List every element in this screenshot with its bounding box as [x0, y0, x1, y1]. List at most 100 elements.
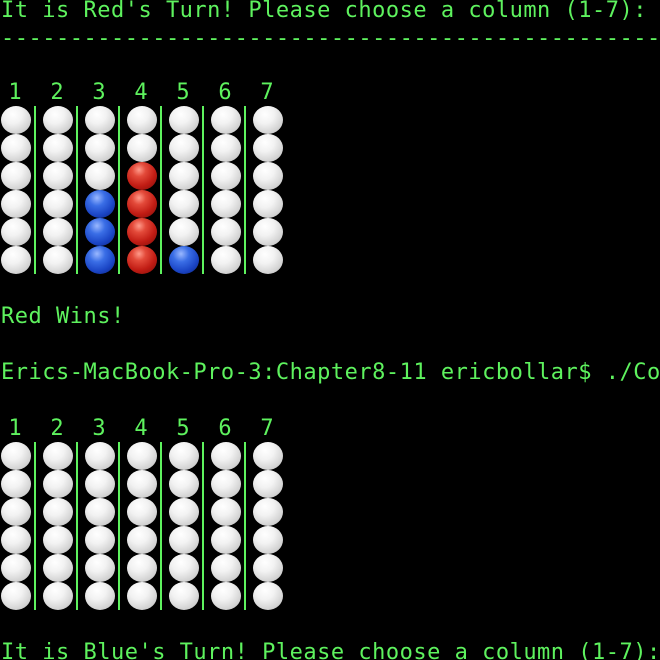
disc-empty-c6-r6 [211, 582, 241, 610]
disc-empty-c7-r6 [253, 246, 283, 274]
disc-empty-c1-r4 [1, 190, 31, 218]
column-label-3: 3 [92, 80, 106, 105]
disc-empty-c5-r6 [169, 582, 199, 610]
column-label-7: 7 [260, 80, 274, 105]
column-label-6: 6 [218, 80, 232, 105]
disc-empty-c5-r2 [169, 134, 199, 162]
disc-empty-c5-r1 [169, 442, 199, 470]
disc-blue-c5-r6 [169, 246, 199, 274]
board-grid [0, 442, 290, 610]
column-separator [118, 442, 120, 610]
disc-empty-c5-r4 [169, 526, 199, 554]
column-label-3: 3 [92, 416, 106, 441]
turn-prompt-blue: It is Blue's Turn! Please choose a colum… [1, 640, 660, 660]
column-labels: 1 2 3 4 5 6 7 [0, 80, 290, 106]
turn-prompt-red: It is Red's Turn! Please choose a column… [1, 0, 648, 23]
disc-empty-c4-r1 [127, 442, 157, 470]
disc-empty-c6-r1 [211, 442, 241, 470]
board-grid [0, 106, 290, 274]
divider-line: ----------------------------------------… [1, 26, 660, 51]
disc-empty-c2-r6 [43, 582, 73, 610]
disc-empty-c1-r1 [1, 442, 31, 470]
column-separator [202, 106, 204, 274]
disc-empty-c7-r4 [253, 190, 283, 218]
disc-empty-c4-r4 [127, 526, 157, 554]
disc-empty-c7-r5 [253, 554, 283, 582]
disc-empty-c4-r3 [127, 498, 157, 526]
disc-empty-c3-r1 [85, 442, 115, 470]
terminal-window: It is Red's Turn! Please choose a column… [0, 0, 660, 660]
column-separator [76, 442, 78, 610]
disc-empty-c6-r5 [211, 554, 241, 582]
disc-empty-c1-r5 [1, 218, 31, 246]
disc-empty-c6-r2 [211, 134, 241, 162]
disc-red-c4-r6 [127, 246, 157, 274]
disc-empty-c5-r4 [169, 190, 199, 218]
disc-empty-c7-r6 [253, 582, 283, 610]
disc-empty-c1-r1 [1, 106, 31, 134]
column-separator [244, 106, 246, 274]
disc-empty-c2-r5 [43, 218, 73, 246]
disc-empty-c4-r6 [127, 582, 157, 610]
disc-blue-c3-r5 [85, 218, 115, 246]
disc-red-c4-r5 [127, 218, 157, 246]
column-separator [76, 106, 78, 274]
column-label-4: 4 [134, 80, 148, 105]
disc-empty-c1-r3 [1, 498, 31, 526]
disc-empty-c2-r4 [43, 526, 73, 554]
disc-empty-c7-r1 [253, 106, 283, 134]
disc-empty-c7-r3 [253, 162, 283, 190]
disc-empty-c6-r1 [211, 106, 241, 134]
disc-empty-c3-r5 [85, 554, 115, 582]
column-label-2: 2 [50, 80, 64, 105]
disc-empty-c3-r6 [85, 582, 115, 610]
disc-empty-c2-r1 [43, 106, 73, 134]
column-label-6: 6 [218, 416, 232, 441]
result-red-wins: Red Wins! [1, 304, 125, 329]
disc-empty-c6-r3 [211, 162, 241, 190]
disc-empty-c3-r3 [85, 498, 115, 526]
disc-empty-c7-r2 [253, 470, 283, 498]
column-label-5: 5 [176, 80, 190, 105]
disc-empty-c7-r4 [253, 526, 283, 554]
disc-empty-c7-r5 [253, 218, 283, 246]
disc-empty-c2-r4 [43, 190, 73, 218]
disc-empty-c6-r6 [211, 246, 241, 274]
disc-empty-c7-r3 [253, 498, 283, 526]
column-separator [244, 442, 246, 610]
disc-empty-c4-r1 [127, 106, 157, 134]
disc-red-c4-r3 [127, 162, 157, 190]
column-label-5: 5 [176, 416, 190, 441]
column-label-7: 7 [260, 416, 274, 441]
disc-empty-c2-r3 [43, 162, 73, 190]
disc-empty-c2-r2 [43, 134, 73, 162]
disc-empty-c3-r1 [85, 106, 115, 134]
disc-empty-c1-r6 [1, 582, 31, 610]
column-separator [118, 106, 120, 274]
disc-empty-c4-r2 [127, 470, 157, 498]
disc-empty-c1-r4 [1, 526, 31, 554]
disc-empty-c3-r3 [85, 162, 115, 190]
disc-red-c4-r4 [127, 190, 157, 218]
disc-empty-c6-r3 [211, 498, 241, 526]
column-label-4: 4 [134, 416, 148, 441]
disc-empty-c7-r1 [253, 442, 283, 470]
disc-empty-c5-r2 [169, 470, 199, 498]
disc-blue-c3-r6 [85, 246, 115, 274]
disc-empty-c3-r2 [85, 470, 115, 498]
column-separator [160, 442, 162, 610]
column-label-2: 2 [50, 416, 64, 441]
disc-empty-c7-r2 [253, 134, 283, 162]
disc-empty-c4-r2 [127, 134, 157, 162]
disc-empty-c6-r5 [211, 218, 241, 246]
disc-empty-c3-r2 [85, 134, 115, 162]
disc-empty-c1-r2 [1, 134, 31, 162]
disc-empty-c2-r3 [43, 498, 73, 526]
disc-empty-c5-r3 [169, 498, 199, 526]
disc-empty-c6-r2 [211, 470, 241, 498]
disc-empty-c2-r5 [43, 554, 73, 582]
disc-empty-c6-r4 [211, 190, 241, 218]
shell-prompt[interactable]: Erics-MacBook-Pro-3:Chapter8-11 ericboll… [1, 360, 660, 386]
disc-empty-c6-r4 [211, 526, 241, 554]
disc-empty-c5-r1 [169, 106, 199, 134]
